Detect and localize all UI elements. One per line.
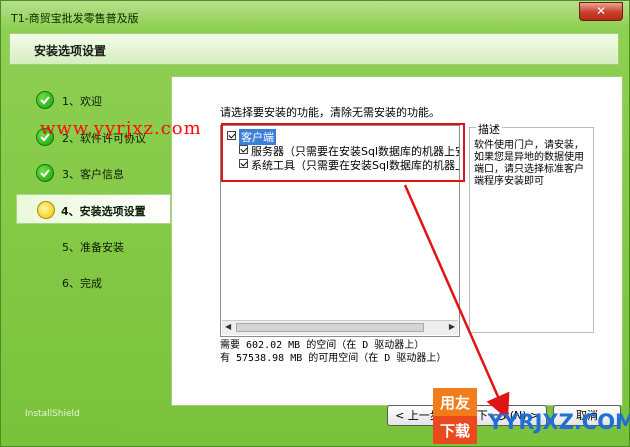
annotation-arrow (403, 184, 510, 420)
logo-text-top: 用友 (440, 394, 470, 412)
watermark-site: www.yyrjxz.com (40, 118, 202, 139)
logo-text-bottom: 下载 (440, 422, 470, 440)
logo-domain: YYRJXZ.COM (488, 410, 630, 434)
download-logo: 用友 下载 (433, 388, 477, 444)
